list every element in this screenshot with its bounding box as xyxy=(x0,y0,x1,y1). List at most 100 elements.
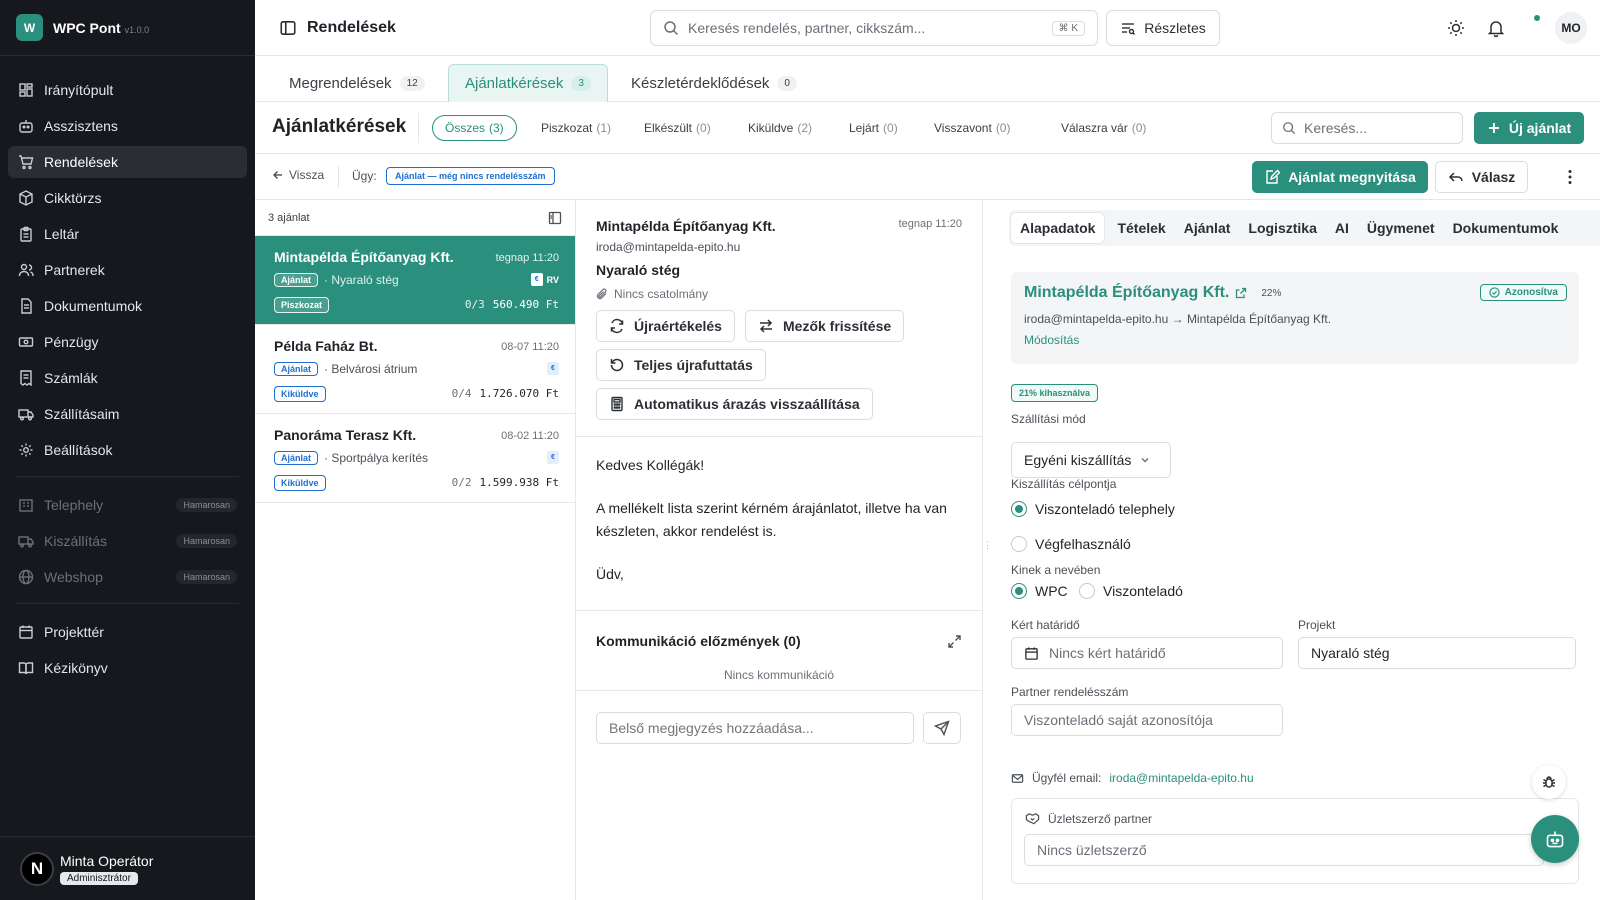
expand-icon[interactable] xyxy=(947,634,962,649)
list-item[interactable]: Példa Faház Bt. 08-07 11:20 Ajánlat · Bel… xyxy=(255,325,575,414)
tab-workflow[interactable]: Ügymenet xyxy=(1358,213,1444,243)
internal-note-input[interactable] xyxy=(596,712,914,744)
list-item[interactable]: Panoráma Terasz Kft. 08-02 11:20 Ajánlat… xyxy=(255,414,575,503)
radio-button xyxy=(1011,583,1027,599)
tab-quote-requests[interactable]: Ajánlatkérések 3 xyxy=(448,64,608,102)
client-email-label: Ügyfél email: xyxy=(1032,771,1102,785)
tab-items[interactable]: Tételek xyxy=(1108,213,1174,243)
cart-icon xyxy=(19,155,34,170)
filter-chip-all[interactable]: Összes (3) xyxy=(432,115,517,141)
bug-report-button[interactable] xyxy=(1532,765,1566,799)
chip-count: (0) xyxy=(883,121,898,135)
sidebar-item-delivery: Kiszállítás Hamarosan xyxy=(8,525,247,557)
partner-order-number-field[interactable]: Viszonteladó saját azonosítója xyxy=(1011,704,1283,736)
item-project: · Belvárosi átrium xyxy=(324,362,418,376)
swap-icon xyxy=(759,319,773,333)
send-note-button[interactable] xyxy=(923,712,961,744)
filter-chip-awaiting-reply[interactable]: Válaszra vár (0) xyxy=(1049,115,1158,141)
project-field[interactable]: Nyaraló stég xyxy=(1298,637,1576,669)
tab-label: Ajánlatkérések xyxy=(465,75,564,92)
tab-ai[interactable]: AI xyxy=(1326,213,1358,243)
filter-icon xyxy=(1122,23,1136,35)
sidebar-item-shipments[interactable]: Szállításaim xyxy=(8,398,247,430)
back-button[interactable]: Vissza xyxy=(272,168,324,182)
refresh-fields-label: Mezők frissítése xyxy=(783,318,892,334)
banknote-icon xyxy=(18,337,34,347)
sidebar-item-orders[interactable]: Rendelések xyxy=(8,146,247,178)
shipping-method-select[interactable]: Egyéni kiszállítás xyxy=(1011,442,1171,478)
filter-chip-expired[interactable]: Lejárt (0) xyxy=(837,115,910,141)
broker-field[interactable]: Nincs üzletszerző xyxy=(1024,834,1544,866)
brand[interactable]: W WPC Pont v1.0.0 xyxy=(0,0,255,56)
radio-wpc[interactable]: WPC xyxy=(1011,583,1068,599)
tab-stock-inquiries[interactable]: Készletérdeklődések 0 xyxy=(615,64,813,102)
coming-soon-badge: Hamarosan xyxy=(176,534,237,548)
filter-chip-draft[interactable]: Piszkozat (1) xyxy=(529,115,623,141)
send-icon xyxy=(934,720,950,736)
app-name: WPC Pont xyxy=(53,19,121,36)
reply-button[interactable]: Válasz xyxy=(1435,161,1528,193)
package-icon xyxy=(19,190,33,206)
new-quote-button[interactable]: Új ajánlat xyxy=(1474,112,1584,144)
refresh-icon xyxy=(610,318,624,334)
item-project: · Nyaraló stég xyxy=(324,273,399,287)
full-rerun-button[interactable]: Teljes újrafuttatás xyxy=(596,349,766,381)
sidebar-toggle-icon[interactable] xyxy=(279,19,297,37)
calendar-icon xyxy=(1025,646,1038,660)
sidebar-item-project-space[interactable]: Projekttér xyxy=(8,616,247,648)
sidebar-item-assistant[interactable]: Asszisztens xyxy=(8,110,247,142)
filter-chip-sent[interactable]: Kiküldve (2) xyxy=(736,115,824,141)
radio-end-user[interactable]: Végfelhasználó xyxy=(1011,536,1131,552)
theme-toggle-icon[interactable] xyxy=(1446,18,1466,38)
partner-link[interactable]: Mintapélda Építőanyag Kft. 22% xyxy=(1024,284,1281,302)
sidebar-item-settings[interactable]: Beállítások xyxy=(8,434,247,466)
chip-label: Piszkozat xyxy=(541,121,593,135)
user-profile[interactable]: N Minta Operátor Adminisztrátor xyxy=(0,836,255,900)
user-avatar-button[interactable]: MO xyxy=(1555,12,1587,44)
sidebar-item-label: Asszisztens xyxy=(44,118,118,134)
sidebar-item-catalog[interactable]: Cikktörzs xyxy=(8,182,247,214)
tab-orders[interactable]: Megrendelések 12 xyxy=(273,64,441,102)
panel-collapse-icon[interactable] xyxy=(548,211,562,225)
sidebar-item-finance[interactable]: Pénzügy xyxy=(8,326,247,358)
sidebar-item-invoices[interactable]: Számlák xyxy=(8,362,247,394)
search-placeholder: Keresés rendelés, partner, cikkszám... xyxy=(688,20,926,36)
radio-reseller-site[interactable]: Viszonteladó telephely xyxy=(1011,501,1175,517)
tab-basic-data[interactable]: Alapadatok xyxy=(1011,213,1105,243)
sidebar-item-manual[interactable]: Kézikönyv xyxy=(8,652,247,684)
deadline-field[interactable]: Nincs kért határidő xyxy=(1011,637,1283,669)
sidebar-item-partners[interactable]: Partnerek xyxy=(8,254,247,286)
more-options-icon[interactable] xyxy=(1561,168,1579,186)
back-label: Vissza xyxy=(289,168,325,182)
open-quote-button[interactable]: Ajánlat megnyitása xyxy=(1252,161,1428,193)
list-search-input[interactable]: Keresés... xyxy=(1271,112,1463,144)
tab-documents[interactable]: Dokumentumok xyxy=(1444,213,1568,243)
tab-logistics[interactable]: Logisztika xyxy=(1239,213,1325,243)
filter-chip-ready[interactable]: Elkészült (0) xyxy=(632,115,723,141)
reevaluate-button[interactable]: Újraértékelés xyxy=(596,310,735,342)
refresh-fields-button[interactable]: Mezők frissítése xyxy=(745,310,905,342)
global-search-input[interactable]: Keresés rendelés, partner, cikkszám... ⌘… xyxy=(650,10,1098,46)
list-item[interactable]: Mintapélda Építőanyag Kft. tegnap 11:20 … xyxy=(255,236,575,325)
radio-reseller[interactable]: Viszonteladó xyxy=(1079,583,1183,599)
advanced-search-button[interactable]: Részletes xyxy=(1106,10,1220,46)
sidebar-item-label: Projekttér xyxy=(44,624,104,640)
item-status-badge: Piszkozat xyxy=(274,297,330,313)
sidebar-item-dashboard[interactable]: Irányítópult xyxy=(8,74,247,106)
sidebar-item-documents[interactable]: Dokumentumok xyxy=(8,290,247,322)
bell-icon[interactable] xyxy=(1486,18,1506,38)
on-behalf-label: Kinek a nevében xyxy=(1011,563,1101,577)
radio-label: Viszonteladó telephely xyxy=(1035,501,1175,517)
filter-chip-withdrawn[interactable]: Visszavont (0) xyxy=(922,115,1022,141)
assistant-fab[interactable] xyxy=(1531,815,1579,863)
modify-link[interactable]: Módosítás xyxy=(1024,333,1079,347)
chip-count: (1) xyxy=(596,121,612,135)
full-rerun-label: Teljes újrafuttatás xyxy=(634,357,753,373)
reset-pricing-button[interactable]: Automatikus árazás visszaállítása xyxy=(596,388,873,420)
client-email-link[interactable]: iroda@mintapelda-epito.hu xyxy=(1109,771,1253,785)
user-name: Minta Operátor xyxy=(60,852,154,869)
tab-quote[interactable]: Ajánlat xyxy=(1175,213,1240,243)
sidebar-item-inventory[interactable]: Leltár xyxy=(8,218,247,250)
detail-tabs: Alapadatok Tételek Ajánlat Logisztika AI… xyxy=(1011,212,1567,244)
shipping-method-value: Egyéni kiszállítás xyxy=(1024,452,1132,468)
